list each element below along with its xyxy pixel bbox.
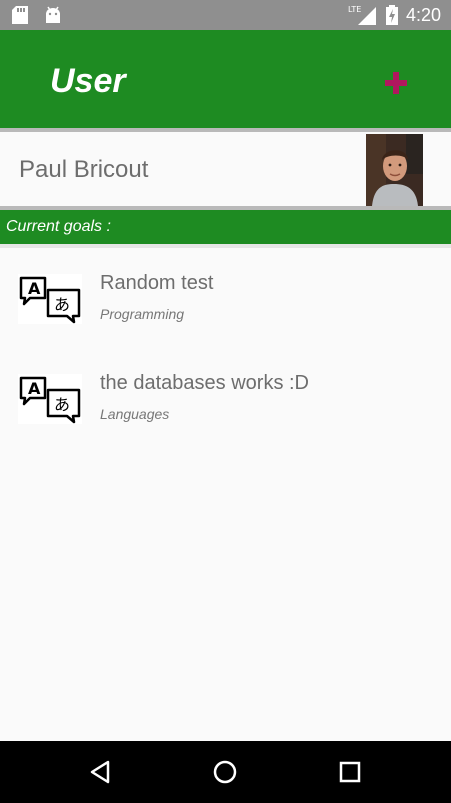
status-right: LTE 4:20 xyxy=(348,4,441,26)
android-icon xyxy=(46,6,60,23)
status-left-icons xyxy=(12,6,62,24)
plus-icon xyxy=(385,72,407,94)
screen: LTE 4:20 User Paul Bricout Current goals… xyxy=(0,0,451,803)
navigation-bar xyxy=(0,741,451,803)
profile-header: Paul Bricout xyxy=(0,132,451,206)
back-icon xyxy=(90,760,110,784)
translate-icon: A あ xyxy=(18,374,82,424)
goal-category: Languages xyxy=(100,406,170,422)
recents-icon xyxy=(339,761,361,783)
divider xyxy=(0,244,451,248)
sd-card-icon xyxy=(12,6,28,24)
back-button[interactable] xyxy=(86,757,116,787)
svg-text:あ: あ xyxy=(54,295,70,314)
app-bar: User xyxy=(0,30,451,128)
add-goal-button[interactable] xyxy=(383,70,409,96)
goal-item-the-databases-works[interactable]: A あ the databases works :D Languages xyxy=(0,352,451,442)
goal-title: Random test xyxy=(100,272,214,294)
lte-label: LTE xyxy=(348,5,361,14)
status-bar: LTE 4:20 xyxy=(0,0,451,30)
page-title: User xyxy=(50,62,126,100)
battery-charging-icon xyxy=(385,5,398,25)
recents-button[interactable] xyxy=(335,757,365,787)
current-goals-title: Current goals : xyxy=(6,218,111,235)
svg-text:A: A xyxy=(28,279,41,298)
goal-title: the databases works :D xyxy=(100,372,309,394)
current-goals-header: Current goals : xyxy=(0,210,451,244)
svg-text:A: A xyxy=(28,379,41,398)
lte-signal-icon: LTE xyxy=(348,5,376,25)
goal-category: Programming xyxy=(100,306,185,322)
profile-name: Paul Bricout xyxy=(19,156,149,183)
svg-text:あ: あ xyxy=(54,395,70,414)
status-time: 4:20 xyxy=(405,4,441,25)
avatar[interactable] xyxy=(366,134,423,206)
translate-icon: A あ xyxy=(18,274,82,324)
goal-item-random-test[interactable]: A あ Random test Programming xyxy=(0,252,451,342)
avatar-photo xyxy=(366,134,423,206)
home-button[interactable] xyxy=(210,757,240,787)
home-icon xyxy=(213,760,237,784)
